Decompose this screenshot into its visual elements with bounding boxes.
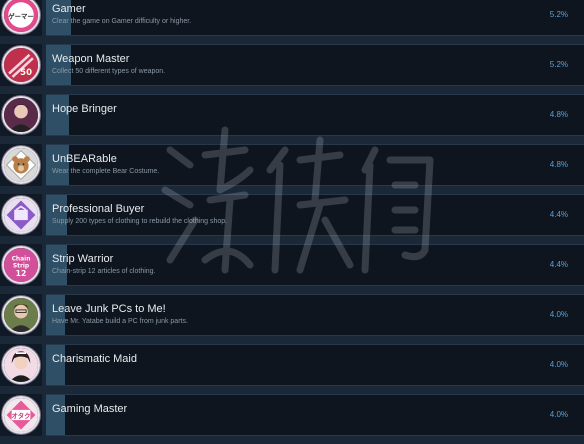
junk-pc-portrait-icon [2, 296, 40, 334]
achievement-panel: Weapon Master Collect 50 different types … [46, 44, 584, 86]
achievement-row[interactable]: ゲーマー Gamer Clear the game on Gamer difficu… [0, 0, 584, 44]
svg-text:ゲーマー: ゲーマー [8, 11, 33, 20]
unlock-rate-bar [46, 295, 66, 335]
achievement-description: Clear the game on Gamer difficulty or hi… [52, 18, 192, 25]
achievement-panel: Charismatic Maid 4.0% [46, 344, 584, 386]
achievement-description: Chain-strip 12 articles of clothing. [52, 268, 156, 275]
unlock-percentage: 4.0% [549, 410, 568, 419]
achievement-title: Weapon Master [52, 53, 130, 65]
unlock-percentage: 4.4% [549, 260, 568, 269]
unlock-percentage: 4.0% [549, 310, 568, 319]
achievement-title: UnBEARable [52, 153, 117, 165]
achievement-panel: Gamer Clear the game on Gamer difficulty … [46, 0, 584, 36]
achievement-row[interactable]: Hope Bringer 4.8% [0, 94, 584, 144]
achievement-panel: Strip Warrior Chain-strip 12 articles of … [46, 244, 584, 286]
achievement-icon-frame [0, 94, 42, 136]
achievement-title: Strip Warrior [52, 253, 114, 265]
achievement-title: Gaming Master [52, 403, 128, 415]
unlock-rate-bar [46, 395, 66, 435]
achievement-icon-frame [0, 194, 42, 236]
achievement-panel: Hope Bringer 4.8% [46, 94, 584, 136]
maid-portrait-icon [2, 346, 40, 384]
achievement-icon-frame [0, 344, 42, 386]
achievement-icon-frame: オタク [0, 394, 42, 436]
otaku-badge-icon: オタク [2, 396, 40, 434]
achievement-icon-frame: 50 [0, 44, 42, 86]
unlock-rate-bar [46, 345, 66, 385]
weapon-master-icon: 50 [2, 46, 40, 84]
achievement-row[interactable]: Charismatic Maid 4.0% [0, 344, 584, 394]
achievement-list: ゲーマー Gamer Clear the game on Gamer difficu… [0, 0, 584, 444]
achievement-description: Supply 200 types of clothing to rebuild … [52, 218, 228, 225]
svg-text:50: 50 [20, 68, 32, 78]
achievement-title: Hope Bringer [52, 103, 117, 115]
achievement-panel: Professional Buyer Supply 200 types of cl… [46, 194, 584, 236]
unlock-percentage: 4.8% [549, 110, 568, 119]
achievement-row[interactable]: 50 Weapon Master Collect 50 different type… [0, 44, 584, 94]
achievement-row[interactable]: Professional Buyer Supply 200 types of cl… [0, 194, 584, 244]
achievement-panel: UnBEARable Wear the complete Bear Costume… [46, 144, 584, 186]
unlock-rate-bar [46, 95, 70, 135]
achievement-row[interactable]: Chain Strip 12 Strip Warrior Chain-strip 12 … [0, 244, 584, 294]
achievement-icon-frame [0, 144, 42, 186]
unlock-percentage: 5.2% [549, 60, 568, 69]
unlock-percentage: 4.8% [549, 160, 568, 169]
achievement-icon-frame: Chain Strip 12 [0, 244, 42, 286]
chain-strip-icon: Chain Strip 12 [2, 246, 40, 284]
unlock-rate-bar [46, 145, 70, 185]
achievement-title: Charismatic Maid [52, 353, 137, 365]
achievement-panel: Leave Junk PCs to Me! Have Mr. Yatabe bui… [46, 294, 584, 336]
bear-costume-icon [2, 146, 40, 184]
unlock-rate-bar [46, 245, 68, 285]
achievement-icon-frame [0, 294, 42, 336]
achievement-title: Professional Buyer [52, 203, 145, 215]
unlock-rate-bar [46, 45, 71, 85]
achievement-description: Collect 50 different types of weapon. [52, 68, 166, 75]
achievement-panel: Gaming Master 4.0% [46, 394, 584, 436]
svg-text:12: 12 [16, 269, 27, 278]
unlock-rate-bar [46, 195, 68, 235]
svg-text:オタク: オタク [11, 411, 30, 420]
hope-bringer-portrait-icon [2, 96, 40, 134]
achievement-title: Leave Junk PCs to Me! [52, 303, 166, 315]
achievement-icon-frame: ゲーマー [0, 0, 42, 36]
achievement-row[interactable]: Leave Junk PCs to Me! Have Mr. Yatabe bui… [0, 294, 584, 344]
svg-text:Chain: Chain [12, 256, 31, 263]
achievement-description: Have Mr. Yatabe build a PC from junk par… [52, 318, 188, 325]
unlock-percentage: 4.0% [549, 360, 568, 369]
achievement-title: Gamer [52, 3, 86, 15]
achievement-row[interactable]: UnBEARable Wear the complete Bear Costume… [0, 144, 584, 194]
gamer-badge-icon: ゲーマー [2, 0, 40, 34]
unlock-percentage: 4.4% [549, 210, 568, 219]
clothing-shop-icon [2, 196, 40, 234]
achievement-description: Wear the complete Bear Costume. [52, 168, 160, 175]
unlock-percentage: 5.2% [549, 10, 568, 19]
achievement-row[interactable]: オタク Gaming Master 4.0% [0, 394, 584, 444]
